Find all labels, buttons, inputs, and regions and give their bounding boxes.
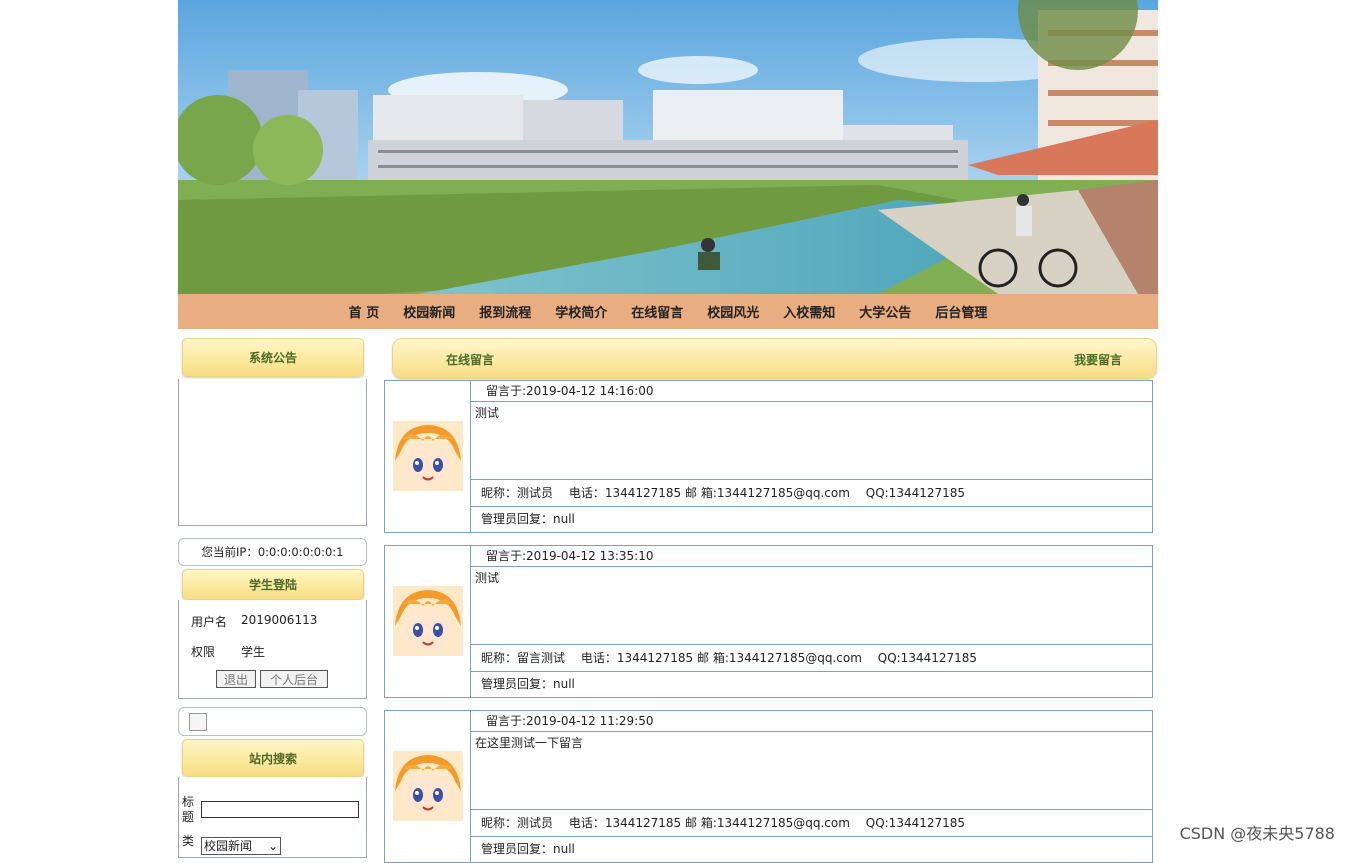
nav-school-intro[interactable]: 学校简介 — [543, 302, 619, 321]
avatar — [393, 421, 463, 491]
campus-banner — [178, 0, 1158, 294]
admin-reply: 管理员回复：null — [481, 512, 575, 526]
notice-title: 系统公告 — [182, 338, 364, 377]
broken-image-icon — [189, 712, 207, 731]
admin-reply: 管理员回复：null — [481, 677, 575, 691]
search-title-label: 标 题 — [182, 795, 195, 824]
admin-reply: 管理员回复：null — [481, 842, 575, 856]
nav-home[interactable]: 首 页 — [337, 302, 392, 321]
nav-campus-news[interactable]: 校园新闻 — [391, 302, 467, 321]
search-input[interactable] — [201, 801, 359, 818]
nav-university-notice[interactable]: 大学公告 — [847, 302, 923, 321]
avatar-cell — [385, 711, 471, 862]
message-info: 昵称：测试员 电话：1344127185 邮 箱:1344127185@qq.c… — [471, 811, 1152, 837]
nav-admin[interactable]: 后台管理 — [923, 302, 999, 321]
logout-button[interactable]: 退出 — [216, 670, 256, 688]
message-card: 留言于:2019-04-12 13:35:10 测试 昵称：留言测试 电话：13… — [384, 545, 1153, 698]
message-section-title: 在线留言 — [446, 353, 495, 367]
message-qq: QQ:1344127185 — [865, 816, 966, 830]
message-qq: QQ:1344127185 — [865, 486, 966, 500]
message-phone: 电话：1344127185 — [580, 651, 694, 665]
username-value: 2019006113 — [241, 613, 318, 627]
search-type-value: 校园新闻 — [204, 839, 253, 853]
watermark: CSDN @夜未央5788 — [1179, 824, 1335, 843]
message-info: 昵称：留言测试 电话：1344127185 邮 箱:1344127185@qq.… — [471, 646, 1152, 672]
ip-display: 您当前IP：0:0:0:0:0:0:0:1 — [178, 538, 367, 566]
nav-enrollment-notes[interactable]: 入校需知 — [771, 302, 847, 321]
message-phone: 电话：1344127185 — [568, 816, 682, 830]
message-info: 昵称：测试员 电话：1344127185 邮 箱:1344127185@qq.c… — [471, 481, 1152, 507]
message-email: 邮 箱:1344127185@qq.com — [685, 486, 850, 500]
image-slot — [178, 707, 367, 736]
avatar — [393, 586, 463, 656]
message-nick: 昵称：测试员 — [481, 816, 554, 830]
message-card: 留言于:2019-04-12 14:16:00 测试 昵称：测试员 电话：134… — [384, 380, 1153, 533]
role-value: 学生 — [241, 645, 266, 659]
message-time: 留言于:2019-04-12 13:35:10 — [471, 546, 1152, 567]
nav-online-message[interactable]: 在线留言 — [619, 302, 695, 321]
search-type-label: 类 — [182, 834, 195, 848]
notice-panel — [178, 379, 367, 526]
leave-message-link[interactable]: 我要留言 — [1074, 351, 1122, 368]
chevron-down-icon: ⌄ — [267, 839, 278, 853]
search-title: 站内搜索 — [182, 739, 364, 777]
message-nick: 昵称：留言测试 — [481, 651, 566, 665]
message-content: 测试 — [471, 402, 1152, 480]
message-qq: QQ:1344127185 — [877, 651, 978, 665]
username-label: 用户名 — [191, 615, 228, 629]
message-header: 在线留言 我要留言 — [392, 338, 1157, 379]
search-type-select[interactable]: 校园新闻 ⌄ — [201, 837, 281, 855]
avatar-cell — [385, 546, 471, 697]
avatar — [393, 751, 463, 821]
message-content: 在这里测试一下留言 — [471, 732, 1152, 810]
login-title: 学生登陆 — [182, 569, 364, 600]
avatar-cell — [385, 381, 471, 532]
message-content: 测试 — [471, 567, 1152, 645]
message-email: 邮 箱:1344127185@qq.com — [697, 651, 862, 665]
profile-button[interactable]: 个人后台 — [260, 670, 328, 688]
main-nav: 首 页 校园新闻 报到流程 学校简介 在线留言 校园风光 入校需知 大学公告 后… — [178, 294, 1158, 329]
message-card: 留言于:2019-04-12 11:29:50 在这里测试一下留言 昵称：测试员… — [384, 710, 1153, 863]
role-label: 权限 — [191, 645, 216, 659]
nav-campus-scenery[interactable]: 校园风光 — [695, 302, 771, 321]
message-nick: 昵称：测试员 — [481, 486, 554, 500]
message-email: 邮 箱:1344127185@qq.com — [685, 816, 850, 830]
message-time: 留言于:2019-04-12 14:16:00 — [471, 381, 1152, 402]
message-phone: 电话：1344127185 — [568, 486, 682, 500]
message-time: 留言于:2019-04-12 11:29:50 — [471, 711, 1152, 732]
nav-registration-process[interactable]: 报到流程 — [467, 302, 543, 321]
